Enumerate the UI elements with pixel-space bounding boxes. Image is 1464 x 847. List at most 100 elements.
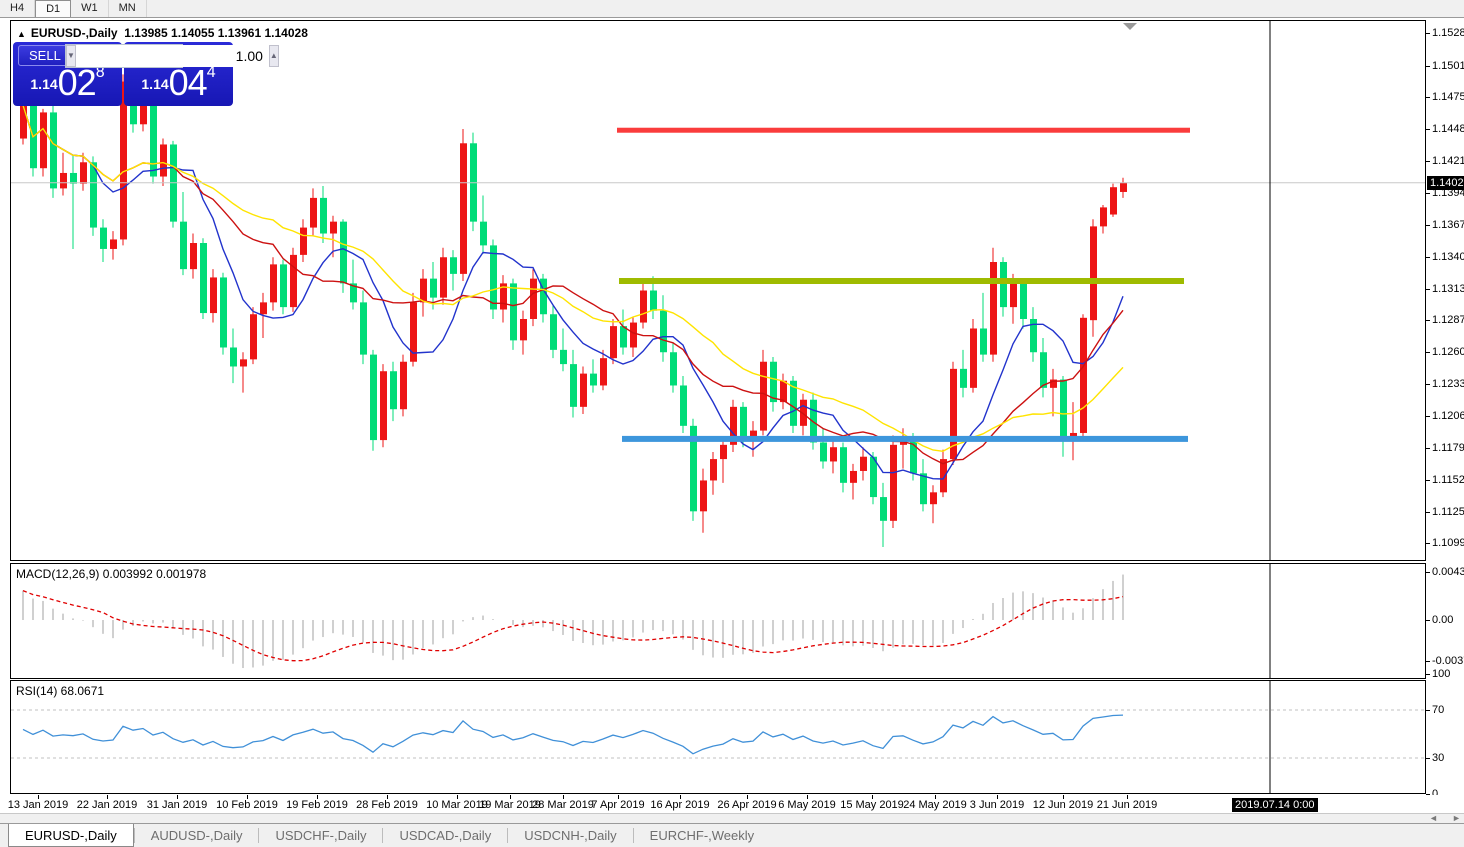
symbol-tab-eurusd[interactable]: EURUSD-,Daily: [8, 824, 134, 847]
rsi-line: [23, 715, 1123, 754]
date-tick-label: 31 Jan 2019: [147, 799, 208, 811]
date-tick-label: 6 May 2019: [778, 799, 835, 811]
current-price-label: 1.14028: [1427, 176, 1464, 190]
date-tick-label: 3 Jun 2019: [970, 799, 1024, 811]
ohlc-low: 1.13961: [218, 26, 261, 40]
macd-tick-label-tick: [1426, 572, 1430, 573]
price-tick-label: 1.12330: [1432, 378, 1464, 390]
price-tick-label-tick: [1426, 97, 1430, 98]
symbol-tab-eurchf[interactable]: EURCHF-,Weekly: [634, 824, 771, 847]
rsi-label: RSI(14) 68.0671: [16, 684, 104, 698]
price-tick-label-tick: [1426, 129, 1430, 130]
sell-price: 1.14028: [13, 62, 122, 104]
date-tick-label: 26 Apr 2019: [717, 799, 776, 811]
scroll-left-icon[interactable]: ◄: [1429, 813, 1438, 823]
timeframe-tab-d1[interactable]: D1: [35, 0, 71, 17]
macd-tick-label: 0.004359: [1432, 566, 1464, 578]
timeframe-tab-w1[interactable]: W1: [71, 0, 109, 17]
buy-price: 1.14044: [124, 62, 233, 104]
date-tick-label: 15 May 2019: [840, 799, 904, 811]
date-axis[interactable]: 13 Jan 201922 Jan 201931 Jan 201910 Feb …: [0, 795, 1464, 813]
price-tick-label: 1.11795: [1432, 442, 1464, 454]
volume-input[interactable]: [76, 45, 269, 67]
macd-tick-label: 0.00: [1432, 614, 1453, 626]
timeframe-tab-mn[interactable]: MN: [109, 0, 147, 17]
date-tick-label: 19 Feb 2019: [286, 799, 348, 811]
date-tick-label: 13 Jan 2019: [8, 799, 69, 811]
date-tick-label: 21 Jun 2019: [1097, 799, 1158, 811]
price-tick-label: 1.11525: [1432, 474, 1464, 486]
date-tick-label: 12 Jun 2019: [1033, 799, 1094, 811]
date-cursor-label: 2019.07.14 0:00: [1232, 798, 1318, 812]
rsi-tick-label-tick: [1426, 710, 1430, 711]
volume-decrease-icon[interactable]: ▼: [66, 45, 76, 67]
macd-tick-label-tick: [1426, 620, 1430, 621]
price-tick-label-tick: [1426, 352, 1430, 353]
price-tick-label-tick: [1426, 416, 1430, 417]
price-tick-label: 1.13405: [1432, 251, 1464, 263]
collapse-triangle-icon[interactable]: ▲: [17, 29, 26, 39]
date-tick-label: 28 Feb 2019: [356, 799, 418, 811]
price-tick-label: 1.11255: [1432, 506, 1464, 518]
price-tick-label: 1.15285: [1432, 27, 1464, 39]
price-tick-label-tick: [1426, 512, 1430, 513]
resistance-red: [617, 128, 1190, 133]
ohlc-open: 1.13985: [124, 26, 167, 40]
rsi-chart: [11, 681, 1425, 793]
price-tick-label: 1.15015: [1432, 60, 1464, 72]
ohlc-close: 1.14028: [264, 26, 307, 40]
price-tick-label: 1.12870: [1432, 314, 1464, 326]
price-tick-label: 1.10990: [1432, 537, 1464, 549]
price-tick-label: 1.13675: [1432, 219, 1464, 231]
symbol-tab-usdcnh[interactable]: USDCNH-,Daily: [508, 824, 632, 847]
volume-spinner: ▼ ▲: [65, 44, 183, 68]
price-tick-label-tick: [1426, 448, 1430, 449]
price-tick-label-tick: [1426, 257, 1430, 258]
rsi-tick-label-tick: [1426, 674, 1430, 675]
chart-shift-icon: [1123, 23, 1137, 30]
date-tick-label: 28 Mar 2019: [532, 799, 594, 811]
symbol-tab-usdchf[interactable]: USDCHF-,Daily: [259, 824, 382, 847]
resistance-olive: [619, 278, 1184, 284]
price-chart-panel[interactable]: ▲EURUSD-,Daily 1.13985 1.14055 1.13961 1…: [10, 20, 1426, 561]
timeframe-tab-h4[interactable]: H4: [0, 0, 35, 17]
symbol-tab-usdcad[interactable]: USDCAD-,Daily: [383, 824, 507, 847]
price-tick-label: 1.12600: [1432, 346, 1464, 358]
date-tick-label: 24 May 2019: [903, 799, 967, 811]
volume-increase-icon[interactable]: ▲: [269, 45, 279, 67]
macd-panel[interactable]: MACD(12,26,9) 0.003992 0.001978: [10, 563, 1426, 679]
price-tick-label-tick: [1426, 384, 1430, 385]
ohlc-high: 1.14055: [171, 26, 214, 40]
price-tick-label-tick: [1426, 480, 1430, 481]
price-tick-label: 1.14750: [1432, 91, 1464, 103]
symbol-tabbar: EURUSD-,DailyAUDUSD-,DailyUSDCHF-,DailyU…: [0, 823, 1464, 847]
rsi-tick-label: 100: [1432, 668, 1450, 680]
price-tick-label-tick: [1426, 289, 1430, 290]
symbol-tab-audusd[interactable]: AUDUSD-,Daily: [135, 824, 259, 847]
date-tick-label: 7 Apr 2019: [591, 799, 644, 811]
macd-label: MACD(12,26,9) 0.003992 0.001978: [16, 567, 206, 581]
macd-tick-label: -0.00371: [1432, 655, 1464, 667]
support-blue: [622, 436, 1188, 442]
rsi-tick-label: 30: [1432, 752, 1444, 764]
price-tick-label-tick: [1426, 66, 1430, 67]
date-tick-label: 16 Apr 2019: [650, 799, 709, 811]
price-tick-label-tick: [1426, 225, 1430, 226]
date-tick-label: 10 Feb 2019: [216, 799, 278, 811]
macd-tick-label-tick: [1426, 661, 1430, 662]
mt4-window: H4D1W1MN ▲EURUSD-,Daily 1.13985 1.14055 …: [0, 0, 1464, 847]
price-tick-label-tick: [1426, 193, 1430, 194]
price-tick-label: 1.14480: [1432, 123, 1464, 135]
sell-button[interactable]: SELL: [18, 45, 72, 66]
rsi-tick-label-tick: [1426, 758, 1430, 759]
one-click-trading-widget: 1.14028 1.14044 SELL BUY ▼ ▲: [13, 42, 235, 106]
rsi-panel[interactable]: RSI(14) 68.0671: [10, 680, 1426, 794]
chart-title: ▲EURUSD-,Daily 1.13985 1.14055 1.13961 1…: [17, 26, 308, 40]
scroll-right-icon[interactable]: ►: [1452, 813, 1461, 823]
price-tick-label-tick: [1426, 161, 1430, 162]
price-tick-label-tick: [1426, 543, 1430, 544]
price-tick-label: 1.12065: [1432, 410, 1464, 422]
price-tick-label-tick: [1426, 33, 1430, 34]
rsi-tick-label: 70: [1432, 704, 1444, 716]
price-axis[interactable]: 1.152851.150151.147501.144801.142101.139…: [1426, 18, 1464, 813]
